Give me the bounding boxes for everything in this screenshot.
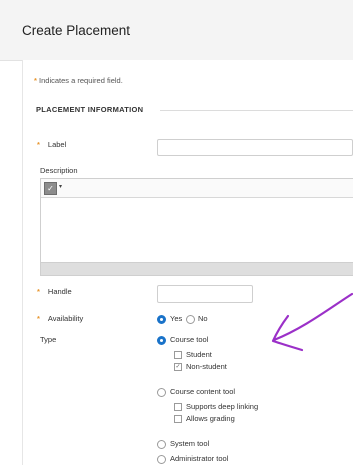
supports-deep-linking-checkbox[interactable] xyxy=(174,403,182,411)
description-label: Description xyxy=(40,166,78,175)
non-student-label: Non-student xyxy=(186,362,227,371)
label-field-label: * Label xyxy=(37,140,66,149)
page-header: Create Placement xyxy=(0,0,353,61)
section-heading: PLACEMENT INFORMATION xyxy=(36,105,144,114)
administrator-tool-label: Administrator tool xyxy=(170,454,229,463)
allows-grading-checkbox[interactable] xyxy=(174,415,182,423)
section-divider xyxy=(160,110,353,111)
editor-status-bar xyxy=(41,262,353,275)
required-field-note: * Indicates a required field. xyxy=(34,76,123,85)
label-input[interactable] xyxy=(157,139,353,156)
editor-toolbar: ✓ ▾ xyxy=(41,179,353,198)
required-note-text: Indicates a required field. xyxy=(39,76,123,85)
description-editor[interactable]: ✓ ▾ xyxy=(40,178,353,276)
annotation-arrow-icon xyxy=(271,292,353,352)
check-icon: ✓ xyxy=(175,364,181,370)
availability-no-label: No xyxy=(198,314,208,323)
availability-text: Availability xyxy=(47,314,84,323)
student-label: Student xyxy=(186,350,212,359)
course-content-tool-radio[interactable] xyxy=(157,388,166,397)
handle-field-label: * Handle xyxy=(37,287,72,296)
chevron-down-icon[interactable]: ▾ xyxy=(59,183,62,190)
course-tool-label: Course tool xyxy=(170,335,209,344)
administrator-tool-radio[interactable] xyxy=(157,455,166,464)
type-label: Type xyxy=(40,335,57,344)
availability-yes-radio[interactable] xyxy=(157,315,166,324)
required-star-icon: * xyxy=(37,314,40,323)
spellcheck-check-glyph: ✓ xyxy=(47,184,54,193)
supports-deep-linking-label: Supports deep linking xyxy=(186,402,259,411)
handle-text: Handle xyxy=(47,287,72,296)
course-tool-radio[interactable] xyxy=(157,336,166,345)
page-title: Create Placement xyxy=(22,23,131,38)
availability-yes-label: Yes xyxy=(170,314,183,323)
student-checkbox[interactable] xyxy=(174,351,182,359)
required-star-icon: * xyxy=(37,287,40,296)
spellcheck-icon[interactable]: ✓ xyxy=(44,182,57,195)
required-star-icon: * xyxy=(37,140,40,149)
system-tool-label: System tool xyxy=(170,439,210,448)
arrow-shaft xyxy=(272,292,353,342)
label-text: Label xyxy=(47,140,67,149)
handle-input[interactable] xyxy=(157,285,253,303)
availability-no-radio[interactable] xyxy=(186,315,195,324)
availability-field-label: * Availability xyxy=(37,314,83,323)
system-tool-radio[interactable] xyxy=(157,440,166,449)
course-content-tool-label: Course content tool xyxy=(170,387,236,396)
non-student-checkbox[interactable]: ✓ xyxy=(174,363,182,371)
allows-grading-label: Allows grading xyxy=(186,414,235,423)
required-star-icon: * xyxy=(34,76,37,85)
